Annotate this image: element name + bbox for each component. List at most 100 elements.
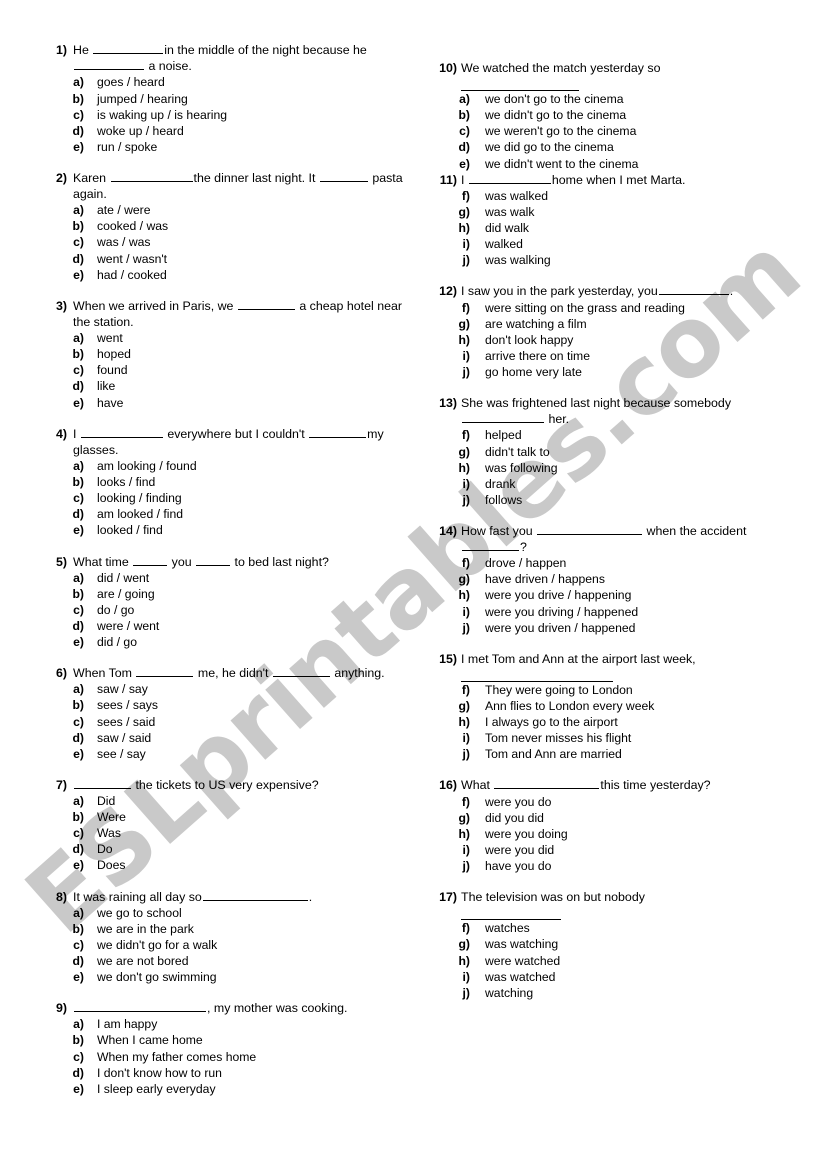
answer-blank[interactable] bbox=[461, 668, 613, 682]
option-item[interactable]: a) we don't go to the cinema bbox=[433, 91, 808, 107]
option-item[interactable]: j) were you driven / happened bbox=[433, 620, 808, 636]
option-item[interactable]: h) did walk bbox=[433, 220, 808, 236]
option-item[interactable]: c) was / was bbox=[40, 234, 410, 250]
option-item[interactable]: e) run / spoke bbox=[40, 139, 410, 155]
option-item[interactable]: f) were you do bbox=[433, 794, 808, 810]
option-item[interactable]: e) have bbox=[40, 395, 410, 411]
option-item[interactable]: c) Was bbox=[40, 825, 410, 841]
option-item[interactable]: a) I am happy bbox=[40, 1016, 410, 1032]
option-item[interactable]: f) helped bbox=[433, 427, 808, 443]
option-item[interactable]: a) ate / were bbox=[40, 202, 410, 218]
option-item[interactable]: f) were sitting on the grass and reading bbox=[433, 300, 808, 316]
option-item[interactable]: c) looking / finding bbox=[40, 490, 410, 506]
option-item[interactable]: b) sees / says bbox=[40, 697, 410, 713]
option-item[interactable]: e) did / go bbox=[40, 634, 410, 650]
option-item[interactable]: d) were / went bbox=[40, 618, 410, 634]
option-item[interactable]: c) we weren't go to the cinema bbox=[433, 123, 808, 139]
option-item[interactable]: h) was following bbox=[433, 460, 808, 476]
option-item[interactable]: c) When my father comes home bbox=[40, 1049, 410, 1065]
answer-blank[interactable] bbox=[136, 665, 194, 678]
option-item[interactable]: a) saw / say bbox=[40, 681, 410, 697]
option-item[interactable]: d) we did go to the cinema bbox=[433, 139, 808, 155]
answer-blank[interactable] bbox=[110, 170, 193, 182]
option-item[interactable]: h) were watched bbox=[433, 953, 808, 969]
option-item[interactable]: b) we didn't go to the cinema bbox=[433, 107, 808, 123]
option-item[interactable]: i) walked bbox=[433, 236, 808, 252]
option-item[interactable]: e) we don't go swimming bbox=[40, 969, 410, 985]
option-item[interactable]: c) found bbox=[40, 362, 410, 378]
option-item[interactable]: e) Does bbox=[40, 857, 410, 873]
answer-blank[interactable] bbox=[462, 411, 544, 424]
option-item[interactable]: e) see / say bbox=[40, 746, 410, 762]
option-item[interactable]: f) They were going to London bbox=[433, 682, 808, 698]
answer-blank[interactable] bbox=[319, 170, 368, 182]
option-item[interactable]: d) woke up / heard bbox=[40, 123, 410, 139]
option-item[interactable]: h) were you doing bbox=[433, 826, 808, 842]
option-item[interactable]: b) Were bbox=[40, 809, 410, 825]
option-item[interactable]: a) went bbox=[40, 330, 410, 346]
option-item[interactable]: g) Ann flies to London every week bbox=[433, 698, 808, 714]
option-item[interactable]: d) am looked / find bbox=[40, 506, 410, 522]
option-item[interactable]: b) looks / find bbox=[40, 474, 410, 490]
answer-blank[interactable] bbox=[74, 777, 131, 789]
answer-blank[interactable] bbox=[196, 554, 231, 566]
option-item[interactable]: j) have you do bbox=[433, 858, 808, 874]
option-item[interactable]: i) were you driving / happened bbox=[433, 604, 808, 620]
option-item[interactable]: g) was watching bbox=[433, 936, 808, 952]
answer-blank[interactable] bbox=[461, 77, 579, 92]
option-item[interactable]: d) we are not bored bbox=[40, 953, 410, 969]
option-item[interactable]: j) follows bbox=[433, 492, 808, 508]
answer-blank[interactable] bbox=[133, 554, 168, 566]
option-item[interactable]: e) we didn't went to the cinema bbox=[433, 156, 808, 172]
answer-blank[interactable] bbox=[202, 889, 308, 901]
option-item[interactable]: h) I always go to the airport bbox=[433, 714, 808, 730]
answer-blank[interactable] bbox=[74, 1000, 206, 1013]
option-item[interactable]: b) are / going bbox=[40, 586, 410, 602]
answer-blank[interactable] bbox=[537, 523, 643, 535]
option-item[interactable]: g) have driven / happens bbox=[433, 571, 808, 587]
option-item[interactable]: i) arrive there on time bbox=[433, 348, 808, 364]
option-item[interactable]: i) Tom never misses his flight bbox=[433, 730, 808, 746]
option-item[interactable]: d) saw / said bbox=[40, 730, 410, 746]
option-item[interactable]: a) Did bbox=[40, 793, 410, 809]
answer-blank[interactable] bbox=[494, 777, 600, 790]
option-item[interactable]: b) we are in the park bbox=[40, 921, 410, 937]
option-item[interactable]: g) was walk bbox=[433, 204, 808, 220]
option-item[interactable]: e) I sleep early everyday bbox=[40, 1081, 410, 1097]
option-item[interactable]: h) were you drive / happening bbox=[433, 587, 808, 603]
answer-blank[interactable] bbox=[80, 426, 163, 438]
option-item[interactable]: j) watching bbox=[433, 985, 808, 1001]
option-item[interactable]: a) we go to school bbox=[40, 905, 410, 921]
answer-blank[interactable] bbox=[93, 42, 164, 54]
option-item[interactable]: f) watches bbox=[433, 920, 808, 936]
option-item[interactable]: i) were you did bbox=[433, 842, 808, 858]
option-item[interactable]: i) drank bbox=[433, 476, 808, 492]
option-item[interactable]: g) are watching a film bbox=[433, 316, 808, 332]
option-item[interactable]: b) When I came home bbox=[40, 1032, 410, 1048]
option-item[interactable]: b) cooked / was bbox=[40, 218, 410, 234]
option-item[interactable]: c) do / go bbox=[40, 602, 410, 618]
answer-blank[interactable] bbox=[74, 58, 144, 71]
option-item[interactable]: d) like bbox=[40, 378, 410, 394]
option-item[interactable]: d) Do bbox=[40, 841, 410, 857]
option-item[interactable]: j) was walking bbox=[433, 252, 808, 268]
option-item[interactable]: f) drove / happen bbox=[433, 555, 808, 571]
option-item[interactable]: g) didn't talk to bbox=[433, 444, 808, 460]
option-item[interactable]: a) did / went bbox=[40, 570, 410, 586]
answer-blank[interactable] bbox=[461, 906, 561, 921]
option-item[interactable]: c) sees / said bbox=[40, 714, 410, 730]
answer-blank[interactable] bbox=[468, 172, 551, 184]
answer-blank[interactable] bbox=[309, 426, 367, 438]
answer-blank[interactable] bbox=[462, 539, 519, 552]
option-item[interactable]: e) looked / find bbox=[40, 522, 410, 538]
answer-blank[interactable] bbox=[237, 298, 295, 310]
option-item[interactable]: i) was watched bbox=[433, 969, 808, 985]
option-item[interactable]: a) am looking / found bbox=[40, 458, 410, 474]
option-item[interactable]: f) was walked bbox=[433, 188, 808, 204]
option-item[interactable]: b) hoped bbox=[40, 346, 410, 362]
option-item[interactable]: a) goes / heard bbox=[40, 74, 410, 90]
option-item[interactable]: j) Tom and Ann are married bbox=[433, 746, 808, 762]
option-item[interactable]: d) I don't know how to run bbox=[40, 1065, 410, 1081]
option-item[interactable]: c) is waking up / is hearing bbox=[40, 107, 410, 123]
answer-blank[interactable] bbox=[658, 283, 729, 296]
